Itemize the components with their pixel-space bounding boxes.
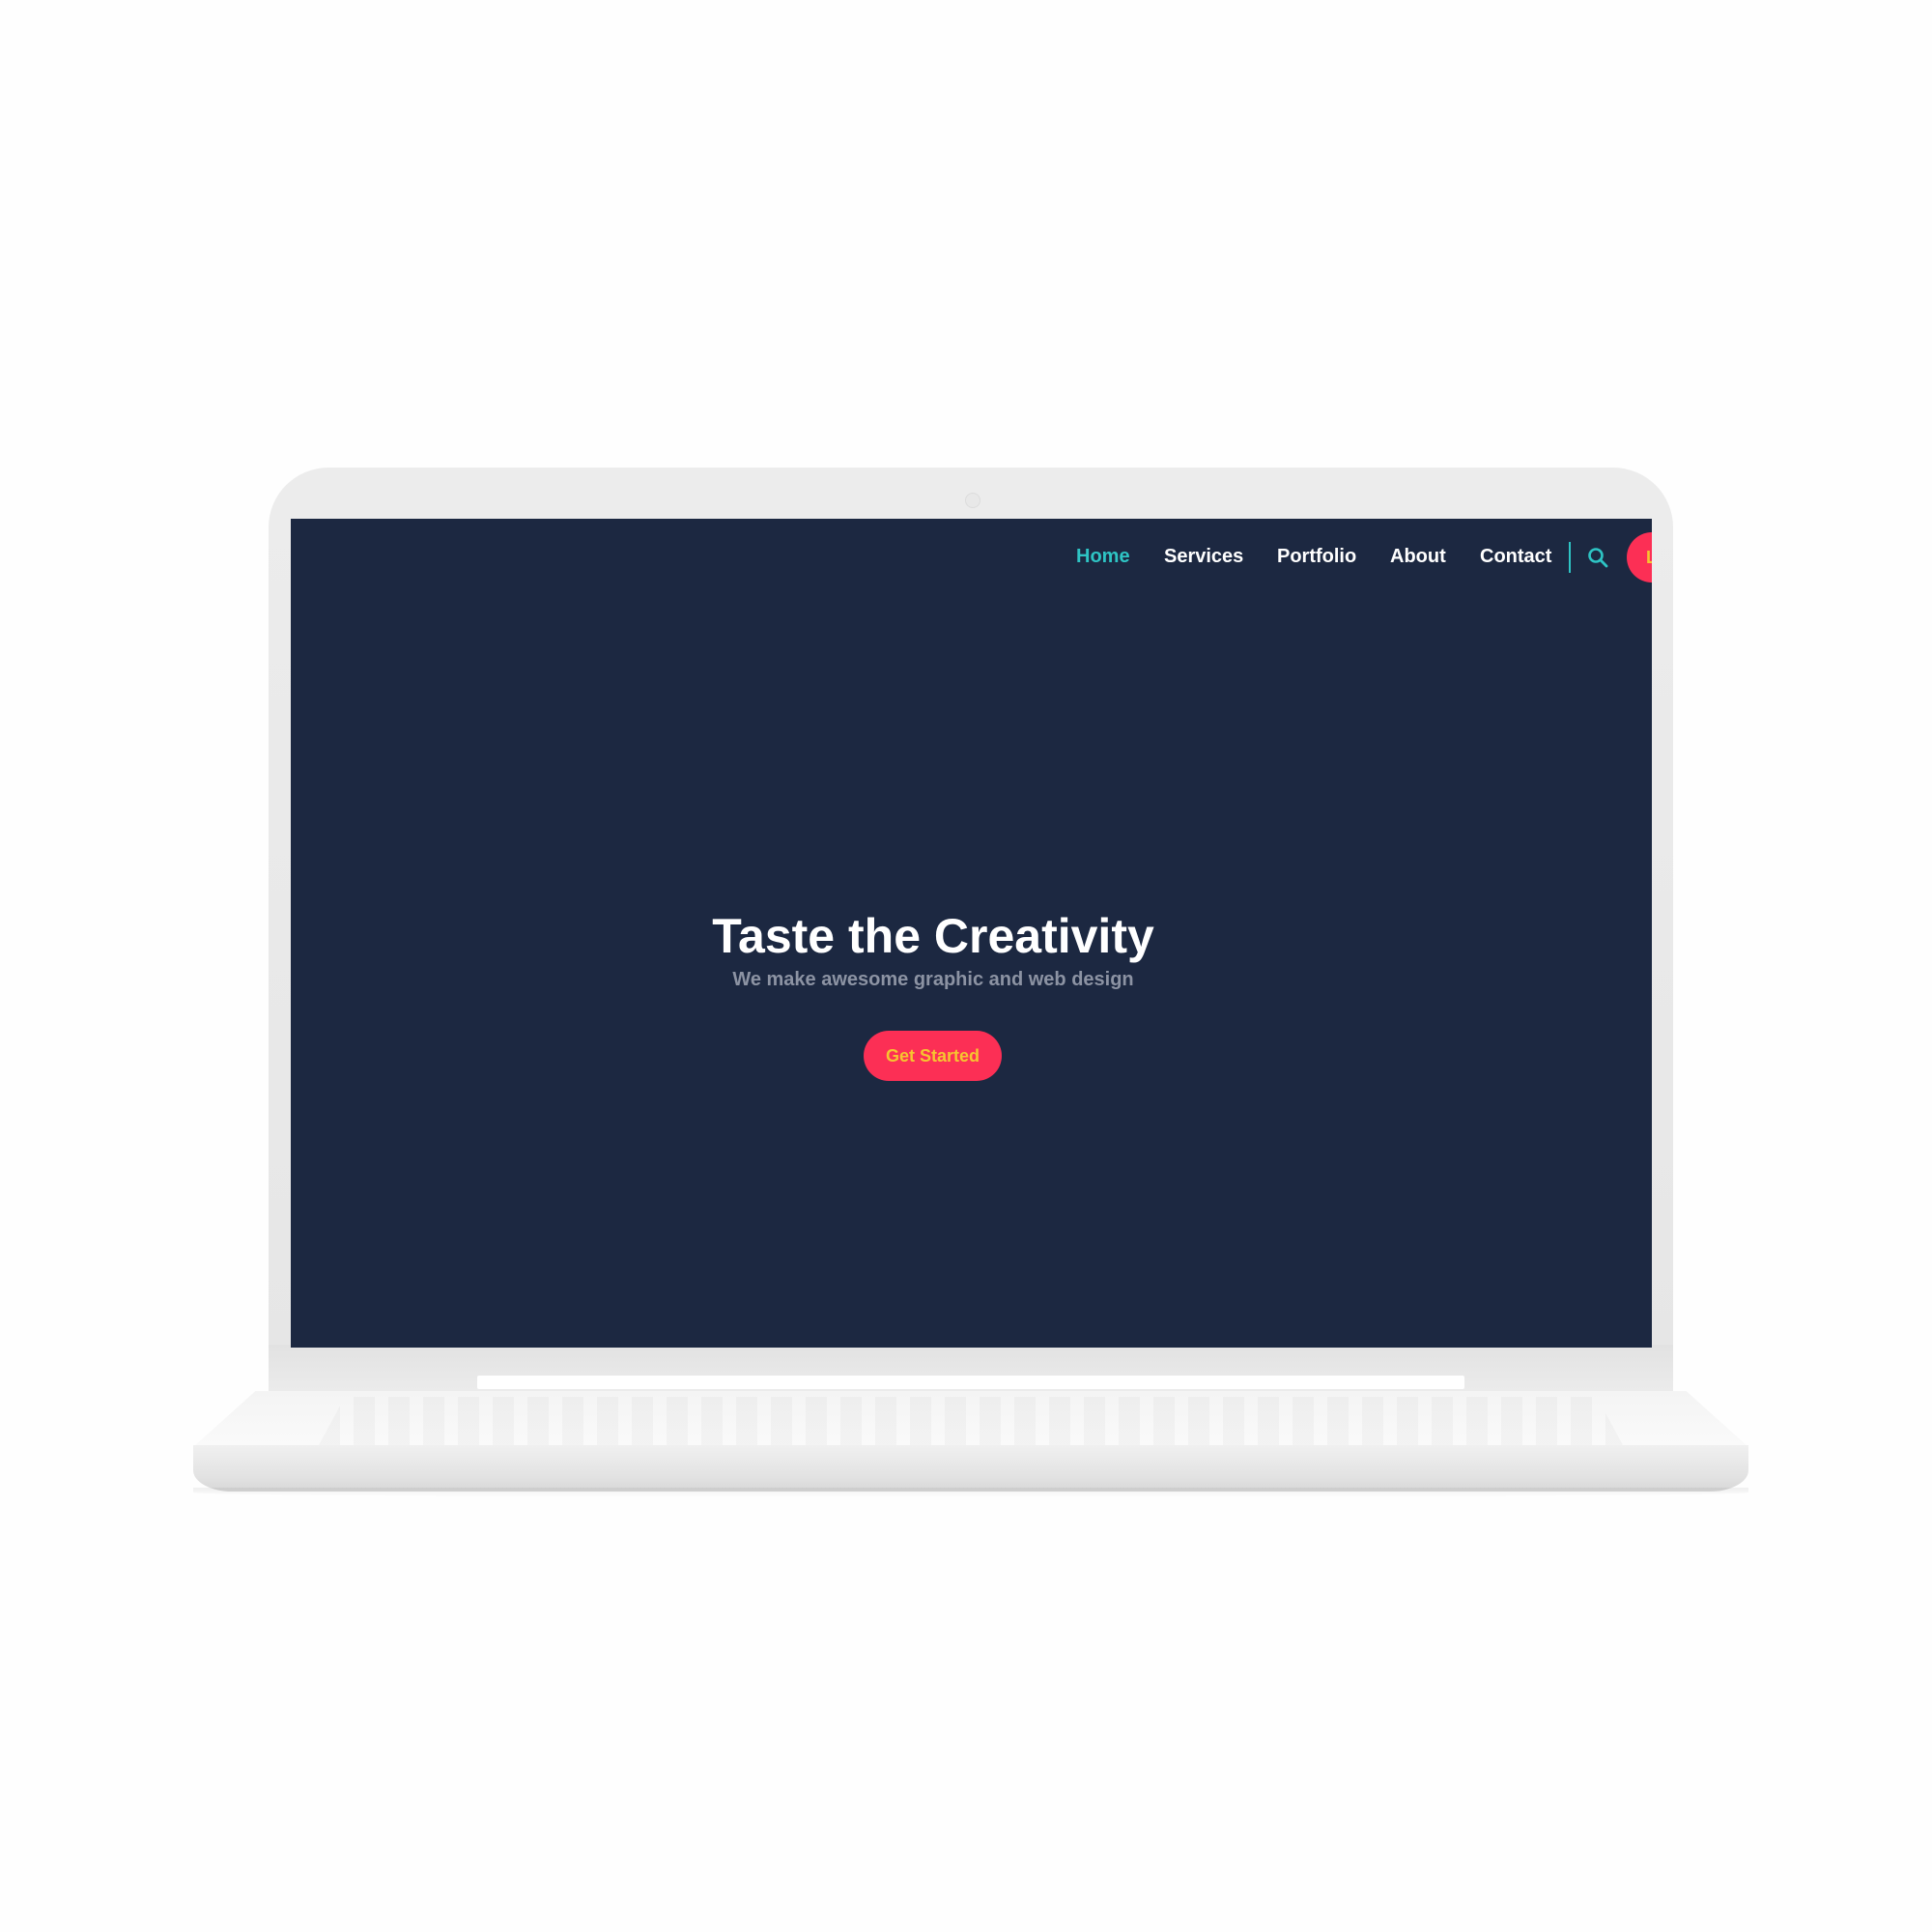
hero-subtitle: We make awesome graphic and web design — [732, 969, 1134, 990]
nav-link-about[interactable]: About — [1390, 546, 1446, 568]
nav-cta-button[interactable]: L — [1627, 532, 1652, 582]
main-navigation: Home Services Portfolio About Contact L — [291, 519, 1652, 596]
nav-divider — [1569, 542, 1571, 573]
search-icon[interactable] — [1587, 547, 1608, 568]
hero-title: Taste the Creativity — [712, 908, 1154, 963]
webcam — [965, 493, 980, 508]
nav-link-contact[interactable]: Contact — [1480, 546, 1551, 568]
nav-link-portfolio[interactable]: Portfolio — [1277, 546, 1356, 568]
get-started-button[interactable]: Get Started — [864, 1031, 1002, 1081]
website-screen: Home Services Portfolio About Contact L … — [291, 519, 1652, 1348]
laptop-keyboard — [319, 1397, 1623, 1445]
laptop-base — [193, 1445, 1748, 1492]
laptop-mockup: Home Services Portfolio About Contact L … — [0, 0, 1932, 1932]
nav-link-services[interactable]: Services — [1164, 546, 1243, 568]
laptop-hinge — [477, 1376, 1464, 1389]
laptop-shadow — [193, 1488, 1748, 1497]
nav-link-home[interactable]: Home — [1076, 546, 1130, 568]
